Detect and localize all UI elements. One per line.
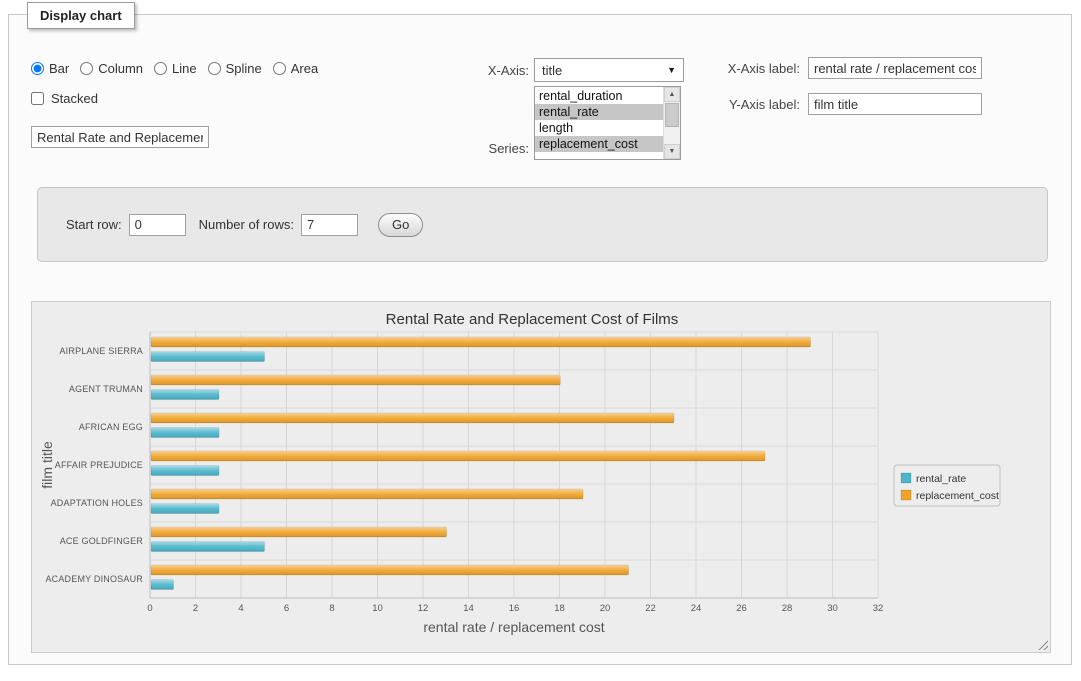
x-tick-label: 4 [238, 603, 243, 614]
bar-shine [151, 352, 265, 362]
start-row-input[interactable] [129, 214, 186, 236]
scrollbar-thumb[interactable] [665, 103, 679, 127]
category-label: AFFAIR PREJUDICE [55, 460, 143, 470]
stacked-option[interactable]: Stacked [31, 91, 98, 106]
chart-type-option-area[interactable]: Area [273, 61, 318, 76]
x-tick-label: 22 [645, 603, 656, 614]
bar-shine [151, 390, 219, 400]
scroll-down-icon[interactable]: ▼ [664, 144, 680, 159]
resize-handle-icon[interactable] [1037, 639, 1048, 650]
x-axis-label-input[interactable] [808, 57, 982, 79]
legend-item-replacement_cost[interactable]: replacement_cost [901, 490, 999, 502]
chart-type-option-line[interactable]: Line [154, 61, 197, 76]
stacked-label: Stacked [51, 91, 98, 106]
chart-type-radio-bar[interactable] [31, 62, 44, 75]
chart-type-radio-label: Area [291, 61, 318, 76]
scroll-up-icon[interactable]: ▲ [664, 87, 680, 102]
chart-title: Rental Rate and Replacement Cost of Film… [386, 311, 679, 328]
chart-type-radio-label: Line [172, 61, 197, 76]
go-button[interactable]: Go [378, 213, 423, 237]
legend-swatch [901, 473, 911, 483]
chart-type-radio-label: Bar [49, 61, 69, 76]
x-axis-select[interactable]: title ▼ [534, 58, 684, 82]
chart-type-option-bar[interactable]: Bar [31, 61, 69, 76]
x-tick-label: 18 [554, 603, 565, 614]
x-tick-label: 20 [600, 603, 611, 614]
num-rows-label: Number of rows: [199, 217, 294, 232]
chart-type-radio-spline[interactable] [208, 62, 221, 75]
y-axis-label-input[interactable] [808, 93, 982, 115]
chart-svg: Rental Rate and Replacement Cost of Film… [32, 302, 1050, 652]
panel-title: Display chart [27, 2, 135, 29]
chart-type-option-spline[interactable]: Spline [208, 61, 262, 76]
category-label: ACE GOLDFINGER [60, 536, 144, 546]
num-rows-input[interactable] [301, 214, 358, 236]
chart-type-radio-column[interactable] [80, 62, 93, 75]
category-label: AGENT TRUMAN [69, 384, 143, 394]
series-scrollbar[interactable]: ▲ ▼ [663, 87, 680, 159]
x-tick-label: 28 [782, 603, 793, 614]
rows-panel: Start row: Number of rows: Go [37, 187, 1048, 262]
x-axis-label-label: X-Axis label: [710, 61, 800, 76]
x-axis-title: rental rate / replacement cost [423, 619, 604, 635]
stacked-checkbox[interactable] [31, 92, 44, 105]
x-tick-label: 32 [873, 603, 884, 614]
series-label: Series: [449, 141, 529, 156]
display-chart-panel: Display chart BarColumnLineSplineArea St… [8, 14, 1072, 665]
x-tick-label: 30 [827, 603, 838, 614]
x-tick-label: 14 [463, 603, 474, 614]
chart-type-option-column[interactable]: Column [80, 61, 143, 76]
start-row-label: Start row: [66, 217, 122, 232]
chart-container: Rental Rate and Replacement Cost of Film… [31, 301, 1051, 653]
category-label: AFRICAN EGG [79, 422, 143, 432]
chart-type-radio-label: Column [98, 61, 143, 76]
chart-type-radio-line[interactable] [154, 62, 167, 75]
bar-shine [151, 337, 811, 347]
series-option-rental_rate[interactable]: rental_rate [535, 104, 663, 120]
series-options: rental_durationrental_ratelengthreplacem… [535, 87, 663, 159]
category-label: ACADEMY DINOSAUR [45, 574, 143, 584]
x-tick-label: 8 [329, 603, 334, 614]
series-option-rental_duration[interactable]: rental_duration [535, 88, 663, 104]
bar-shine [151, 413, 674, 423]
x-tick-label: 12 [418, 603, 429, 614]
x-tick-label: 6 [284, 603, 289, 614]
x-tick-label: 16 [509, 603, 520, 614]
bar-shine [151, 580, 174, 590]
chart-title-input[interactable] [31, 126, 209, 148]
chart-type-radio-area[interactable] [273, 62, 286, 75]
bar-shine [151, 542, 265, 552]
y-axis-label-label: Y-Axis label: [710, 97, 800, 112]
bar-shine [151, 375, 560, 385]
series-option-length[interactable]: length [535, 120, 663, 136]
series-listbox[interactable]: rental_durationrental_ratelengthreplacem… [534, 86, 681, 160]
bar-shine [151, 489, 583, 499]
bar-shine [151, 451, 765, 461]
legend-label: replacement_cost [916, 490, 999, 502]
x-tick-label: 26 [736, 603, 747, 614]
dropdown-arrow-icon: ▼ [667, 65, 676, 75]
legend-item-rental_rate[interactable]: rental_rate [901, 473, 966, 485]
x-tick-label: 10 [372, 603, 383, 614]
bar-shine [151, 504, 219, 514]
chart-type-radios: Bar Column Line Spline Area [31, 61, 318, 76]
series-option-replacement_cost[interactable]: replacement_cost [535, 136, 663, 152]
bar-shine [151, 565, 629, 575]
x-tick-label: 24 [691, 603, 702, 614]
y-axis-title: film title [39, 441, 55, 489]
category-label: ADAPTATION HOLES [51, 498, 143, 508]
category-label: AIRPLANE SIERRA [59, 346, 143, 356]
x-axis-label: X-Axis: [449, 63, 529, 78]
bar-shine [151, 428, 219, 438]
legend-label: rental_rate [916, 473, 966, 485]
legend-swatch [901, 490, 911, 500]
x-axis-selected-value: title [542, 63, 562, 78]
bar-shine [151, 466, 219, 476]
x-tick-label: 2 [193, 603, 198, 614]
chart-type-radio-label: Spline [226, 61, 262, 76]
bar-shine [151, 527, 447, 537]
x-tick-label: 0 [147, 603, 152, 614]
